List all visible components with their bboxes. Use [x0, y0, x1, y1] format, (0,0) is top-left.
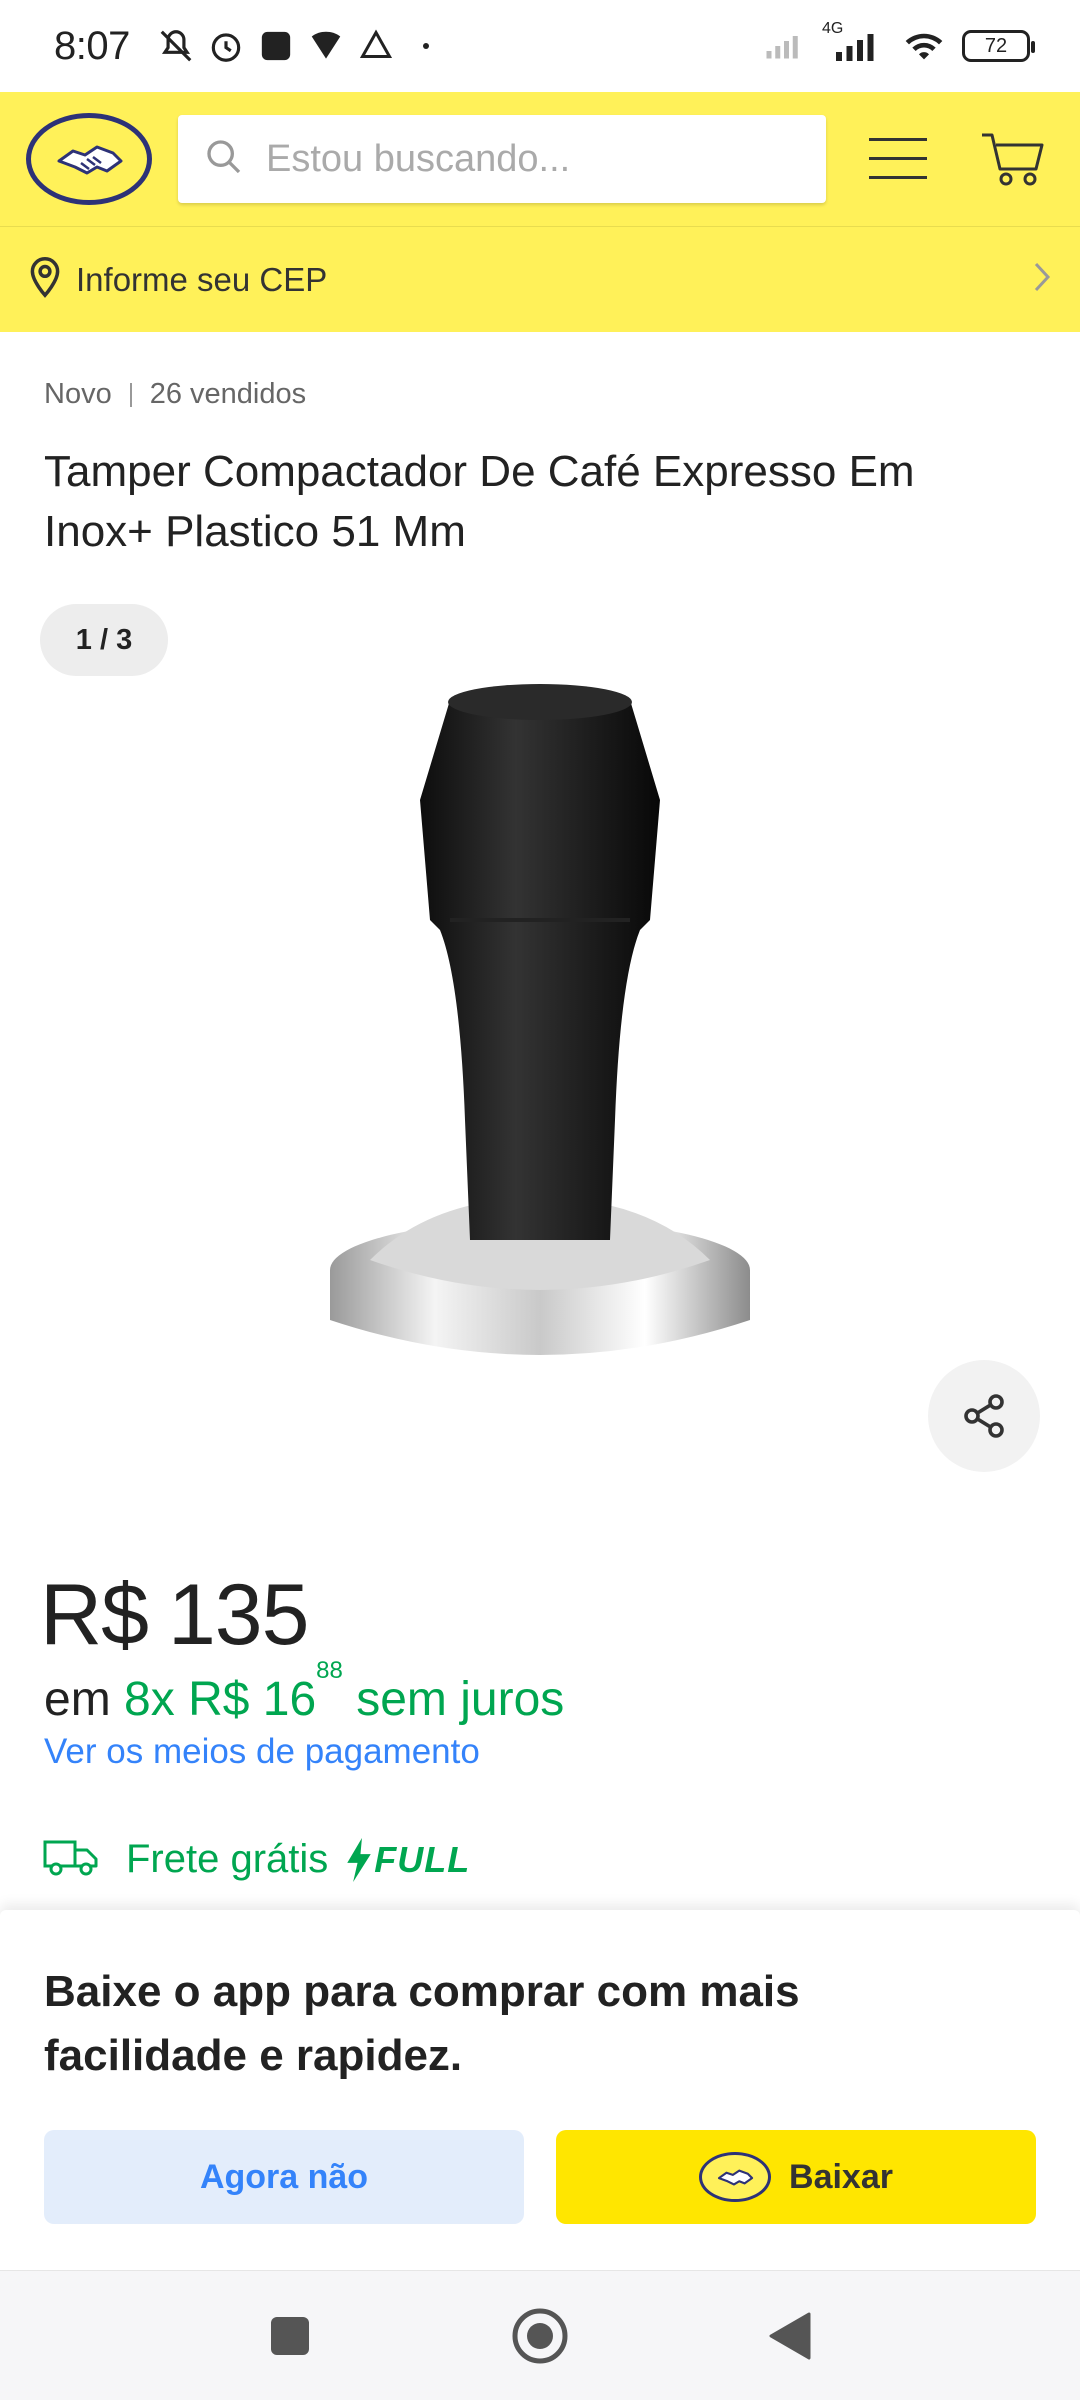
search-input[interactable]: Estou buscando...: [178, 115, 826, 203]
status-time: 8:07: [54, 23, 130, 68]
system-nav-bar: [0, 2270, 1080, 2400]
cep-bar[interactable]: Informe seu CEP: [0, 226, 1080, 332]
price-currency: R$: [40, 1567, 149, 1663]
not-now-button[interactable]: Agora não: [44, 2130, 524, 2224]
price: R$ 135: [40, 1566, 309, 1665]
product-image[interactable]: [300, 680, 780, 1400]
full-badge: FULL: [344, 1837, 471, 1882]
installments-count: 8x R$ 1688: [124, 1657, 343, 1726]
back-icon[interactable]: [760, 2306, 820, 2366]
location-pin-icon: [28, 256, 62, 303]
dot-icon: [406, 26, 446, 66]
mute-icon: [156, 26, 196, 66]
product-meta: Novo 26 vendidos: [44, 378, 306, 411]
battery-icon: 72: [962, 30, 1035, 62]
shipping-info: Frete grátis FULL: [42, 1836, 470, 1883]
search-placeholder: Estou buscando...: [266, 137, 571, 180]
full-label: FULL: [374, 1838, 471, 1880]
download-button[interactable]: Baixar: [556, 2130, 1036, 2224]
signal-off-icon: [764, 26, 804, 66]
home-icon[interactable]: [510, 2306, 570, 2366]
battery-level: 72: [984, 34, 1008, 57]
installments: em 8x R$ 1688 sem juros: [44, 1657, 565, 1727]
mercadolivre-logo[interactable]: [26, 113, 152, 205]
product-title: Tamper Compactador De Café Expresso Em I…: [44, 447, 915, 556]
drive-icon: [356, 26, 396, 66]
menu-icon[interactable]: [868, 129, 928, 189]
download-label: Baixar: [789, 2157, 893, 2196]
mercadolivre-logo-icon: [699, 2152, 772, 2202]
search-icon: [204, 137, 244, 182]
header: Estou buscando...: [0, 92, 1080, 226]
condition-label: Novo: [44, 378, 112, 410]
alarm-icon: [206, 26, 246, 66]
wifi-icon: [904, 26, 944, 66]
lightning-icon: [347, 1837, 372, 1882]
installments-cents: 88: [316, 1657, 343, 1684]
price-value: 135: [167, 1567, 309, 1663]
payment-methods-link[interactable]: Ver os meios de pagamento: [44, 1732, 480, 1772]
sold-count: 26 vendidos: [149, 378, 307, 410]
installments-prefix: em: [44, 1673, 111, 1726]
itau-icon: [256, 26, 296, 66]
image-counter: 1 / 3: [40, 604, 168, 676]
recent-apps-icon[interactable]: [260, 2306, 320, 2366]
app-download-banner: Baixe o app para comprar com mais facili…: [0, 1910, 1080, 2270]
chevron-right-icon: [1032, 260, 1052, 299]
installments-suffix: sem juros: [356, 1673, 565, 1726]
truck-icon: [42, 1836, 100, 1883]
installments-amount: 8x R$ 16: [124, 1673, 317, 1726]
cart-icon[interactable]: [978, 124, 1048, 194]
shipping-label: Frete grátis: [126, 1837, 329, 1881]
network-label: 4G: [822, 20, 844, 37]
wifi-shield-icon: [306, 26, 346, 66]
banner-message: Baixe o app para comprar com mais facili…: [44, 1967, 800, 2080]
cep-label: Informe seu CEP: [76, 260, 328, 298]
signal-4g-icon: 4G: [822, 20, 886, 66]
divider: [129, 382, 132, 407]
share-button[interactable]: [928, 1360, 1040, 1472]
share-icon: [964, 1394, 1004, 1438]
status-bar: 8:07 4G 72: [0, 0, 1080, 92]
